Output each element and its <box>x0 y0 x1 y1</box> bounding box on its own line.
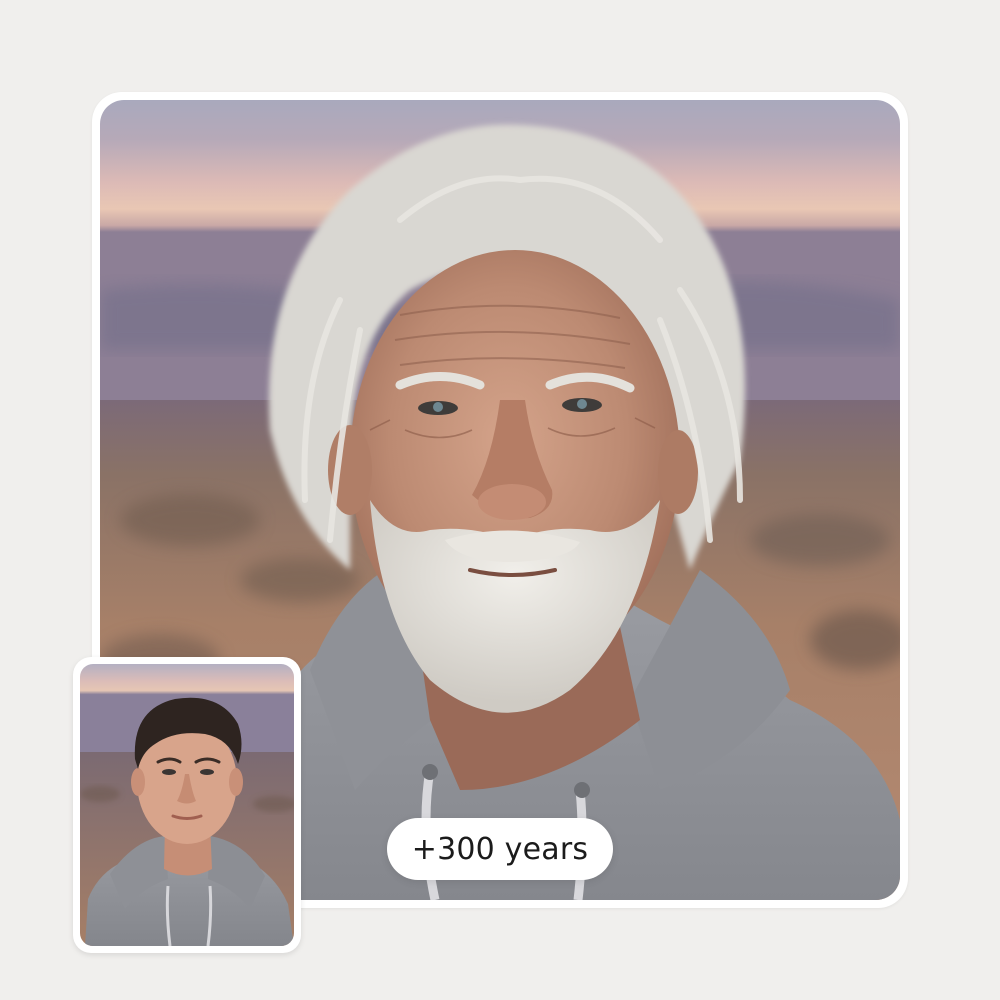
age-increase-badge: +300 years <box>387 818 613 880</box>
before-photo-card <box>73 657 301 953</box>
age-transform-result: +300 years <box>0 0 1000 1000</box>
young-man-image <box>80 664 294 946</box>
before-photo <box>80 664 294 946</box>
